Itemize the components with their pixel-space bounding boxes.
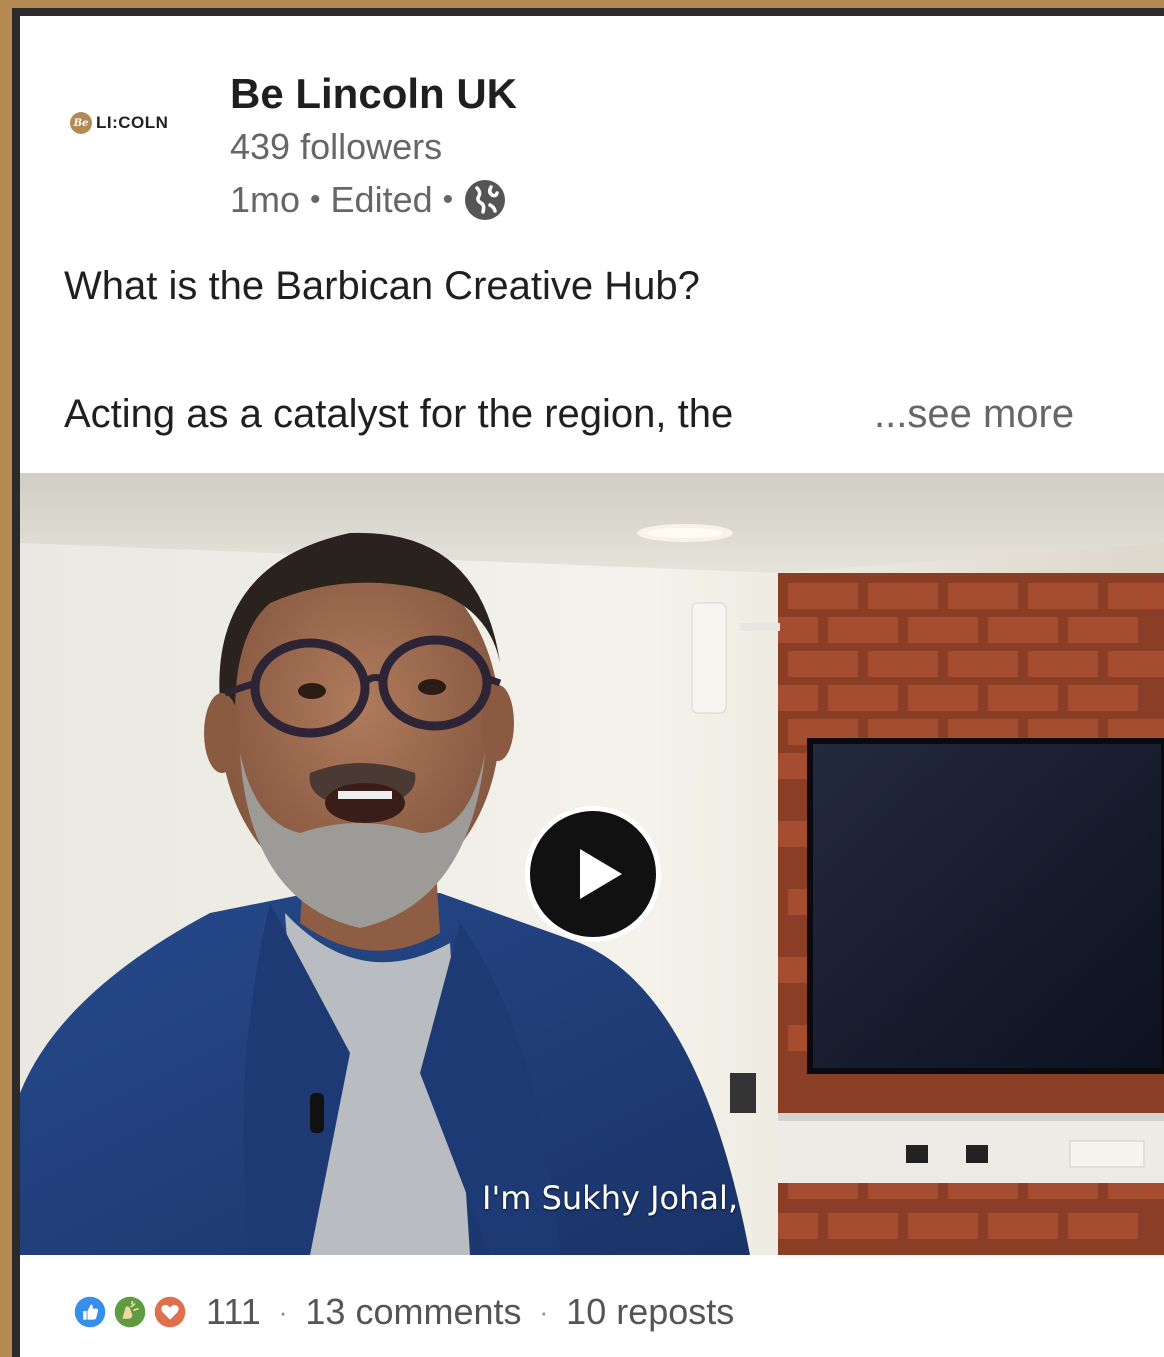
- company-name[interactable]: Be Lincoln UK: [230, 70, 517, 118]
- love-reaction-icon: [150, 1292, 190, 1332]
- social-counts: 111 · 13 comments · 10 reposts: [70, 1288, 734, 1336]
- comments-link[interactable]: 13 comments: [305, 1291, 521, 1333]
- post-card: Be LI:COLN Be Lincoln UK 439 followers 1…: [20, 16, 1164, 1357]
- play-button[interactable]: [525, 806, 661, 942]
- like-reaction-icon: [70, 1292, 110, 1332]
- post-title: What is the Barbican Creative Hub?: [64, 264, 700, 308]
- post-age: 1mo: [230, 179, 301, 220]
- logo-text: LI:COLN: [96, 113, 169, 132]
- meta-dot: •: [310, 183, 321, 216]
- outer-frame: Be LI:COLN Be Lincoln UK 439 followers 1…: [0, 0, 1164, 1357]
- post-meta: 1mo • Edited •: [230, 178, 507, 222]
- post-body: Acting as a catalyst for the region, the: [64, 392, 734, 436]
- reposts-link[interactable]: 10 reposts: [566, 1291, 734, 1333]
- company-logo[interactable]: Be LI:COLN: [70, 112, 168, 134]
- play-icon: [580, 849, 622, 899]
- globe-icon: [465, 180, 506, 220]
- video-player[interactable]: I'm Sukhy Johal,: [20, 473, 1164, 1255]
- celebrate-reaction-icon: [110, 1292, 150, 1332]
- see-more-link[interactable]: ...see more: [874, 392, 1074, 437]
- reaction-count[interactable]: 111: [206, 1291, 261, 1333]
- logo-badge-icon: Be: [70, 112, 92, 134]
- follower-count: 439 followers: [230, 126, 443, 167]
- separator-dot: ·: [278, 1296, 288, 1327]
- edited-label: Edited: [330, 179, 433, 220]
- reaction-icons[interactable]: [70, 1288, 196, 1336]
- separator-dot: ·: [539, 1296, 549, 1327]
- video-caption: I'm Sukhy Johal,: [482, 1179, 739, 1217]
- meta-dot: •: [442, 183, 454, 216]
